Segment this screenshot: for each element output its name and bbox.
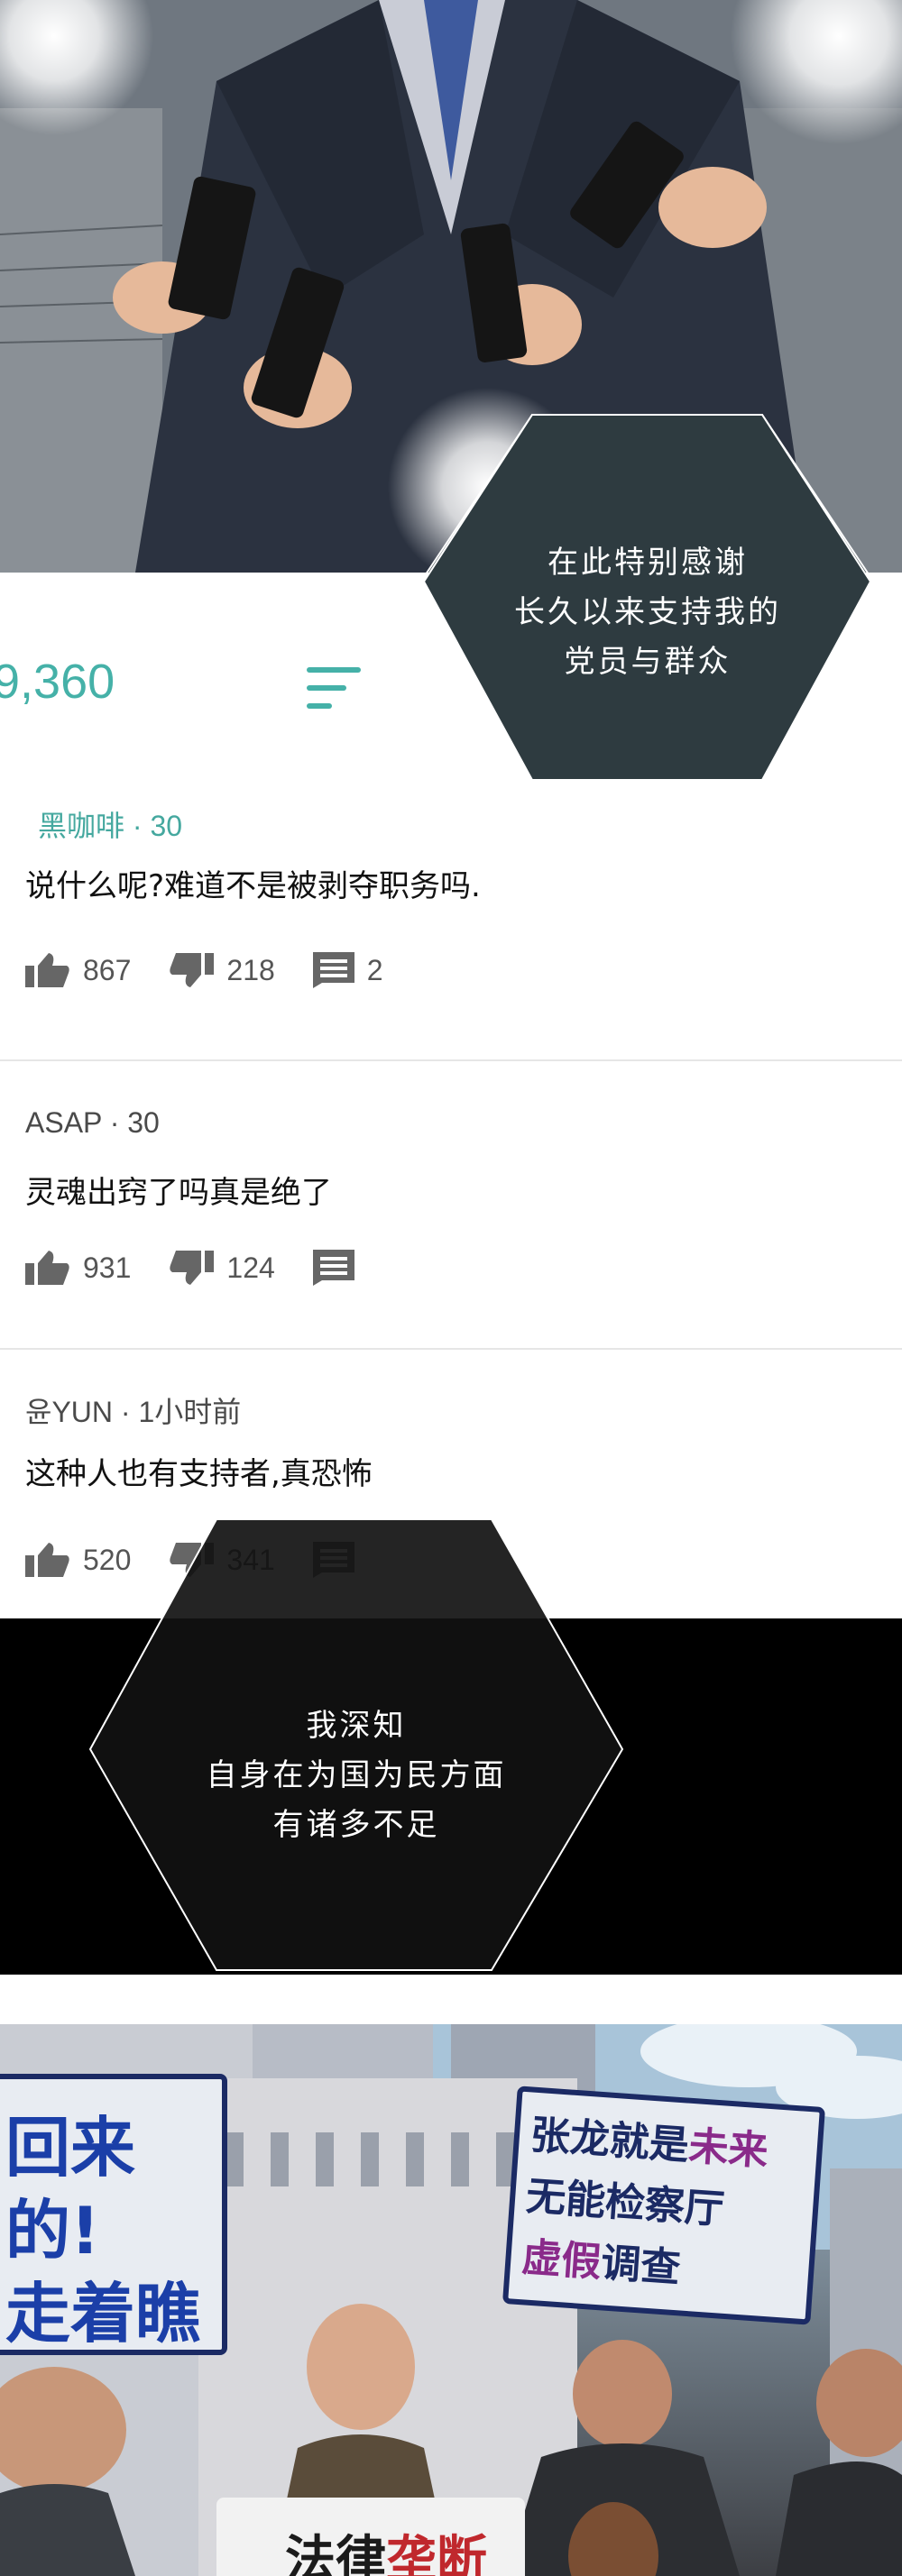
middle-caption: 我深知 自身在为国为民方面 有诸多不足 — [88, 1518, 624, 1971]
top-caption-line-1: 在此特别感谢 — [548, 545, 748, 581]
top-caption: 在此特别感谢 长久以来支持我的 党员与群众 — [422, 414, 872, 781]
top-caption-line-3: 党员与群众 — [565, 644, 732, 680]
top-caption-line-2: 长久以来支持我的 — [514, 594, 781, 630]
middle-caption-line-3: 有诸多不足 — [273, 1807, 440, 1843]
middle-caption-line-2: 自身在为国为民方面 — [207, 1757, 507, 1793]
middle-caption-line-1: 我深知 — [307, 1708, 407, 1744]
caption-overlays: 在此特别感谢 长久以来支持我的 党员与群众 我深知 自身在为国为民方面 有诸多不… — [88, 414, 872, 1971]
